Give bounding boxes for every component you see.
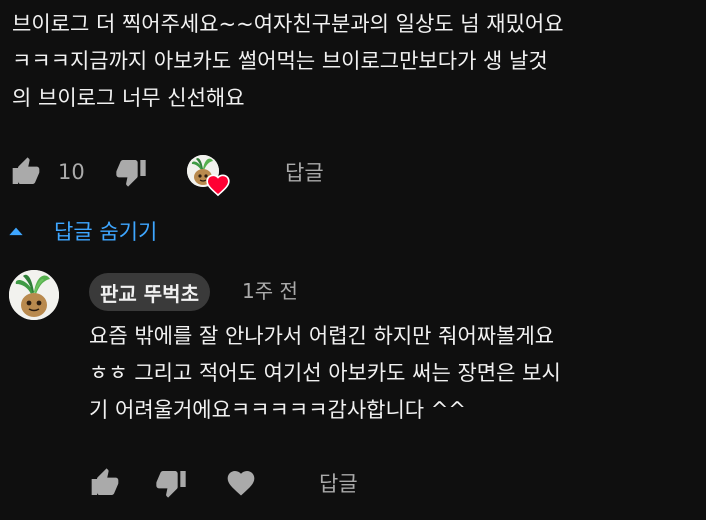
reply-text: 요즘 밖에를 잘 안나가서 어렵긴 하지만 줘어짜볼게요 ㅎㅎ 그리고 적어도 … [89,324,561,422]
heart-icon [206,174,230,197]
thumbs-down-icon[interactable] [115,156,147,188]
reply-timestamp[interactable]: 1주 전 [242,276,298,306]
thumbs-up-icon[interactable] [10,156,42,188]
hide-replies-toggle[interactable]: 답글 숨기기 [6,213,157,249]
creator-heart-badge [187,155,233,201]
thumbs-down-icon[interactable] [155,467,187,499]
avatar[interactable] [9,270,59,320]
comment-actions: 10 [10,155,147,189]
like-count: 10 [58,160,85,184]
reply-button[interactable]: 답글 [285,157,324,187]
hide-replies-label: 답글 숨기기 [54,220,158,244]
thumbs-up-icon[interactable] [89,467,121,499]
reply-button[interactable]: 답글 [319,468,358,498]
heart-icon[interactable] [225,467,257,499]
reply-actions: 답글 [89,466,358,500]
author-chip[interactable]: 판교 뚜벅초 [89,273,210,311]
comment-text: 브이로그 더 찍어주세요~~여자친구분과의 일상도 넘 재밌어요 ㅋㅋㅋ지금까지… [12,12,564,110]
caret-up-icon [9,227,23,236]
